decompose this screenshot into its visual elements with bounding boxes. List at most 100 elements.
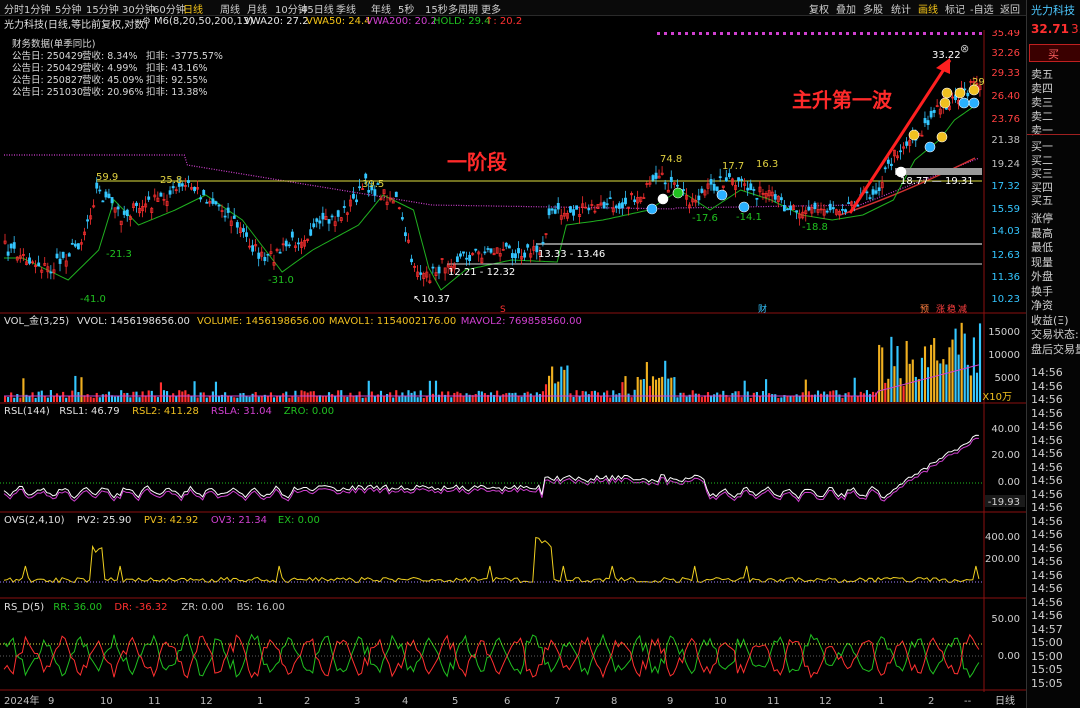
rsd-axis-label: 0.00 <box>998 651 1020 662</box>
signal-dot <box>972 32 975 35</box>
period-3[interactable]: 15分钟 <box>86 1 119 16</box>
tick-time: 14:56 <box>1031 609 1063 622</box>
tick-time: 14:56 <box>1031 433 1063 447</box>
tool-0[interactable]: 复权 <box>809 1 829 16</box>
tick-time: 14:56 <box>1031 420 1063 433</box>
signal-dot <box>692 32 695 35</box>
volume-bars <box>4 322 982 402</box>
signal-marker-icon[interactable] <box>716 189 728 201</box>
period-16[interactable]: 更多 <box>481 1 501 16</box>
period-6[interactable]: 日线 <box>183 1 203 16</box>
signal-dot <box>874 32 877 35</box>
arrow-value: ↑: 20.2 <box>485 16 523 27</box>
signal-marker-icon[interactable] <box>936 131 948 143</box>
stock-title: 光力科技(日线,等比前复权,对数) <box>4 20 149 31</box>
rsd-header: BS: 16.00 <box>237 602 285 613</box>
tool-6[interactable]: -自选 <box>970 1 994 16</box>
low-annotation: ↖10.37 <box>413 294 450 305</box>
signal-dot <box>769 32 772 35</box>
signal-dot <box>944 32 947 35</box>
tool-4[interactable]: 画线 <box>918 1 938 16</box>
marker-zhang: 涨 <box>936 304 945 315</box>
rsd-header: RR: 36.00 <box>53 602 102 613</box>
period-14[interactable]: 15秒 <box>425 1 448 16</box>
period-0[interactable]: 分时 <box>4 1 24 16</box>
tick-time: 14:57 <box>1031 622 1063 636</box>
tool-3[interactable]: 统计 <box>891 1 911 16</box>
period-10[interactable]: 45日线 <box>301 1 334 16</box>
x-axis-label: 5 <box>452 696 458 707</box>
signal-dot <box>846 32 849 35</box>
signal-marker-icon[interactable] <box>924 141 936 153</box>
signal-marker-icon[interactable] <box>672 187 684 199</box>
signal-marker-icon[interactable] <box>941 87 953 99</box>
price-axis-label: 10.23 <box>991 294 1020 305</box>
tick-time: 14:56 <box>1031 501 1063 514</box>
rsl-last-value: -19.93 <box>988 497 1020 508</box>
signal-dot <box>790 32 793 35</box>
tool-5[interactable]: 标记 <box>945 1 965 16</box>
vwa50-value: VWA50: 24.4 <box>306 16 371 27</box>
signal-marker-icon[interactable] <box>958 97 970 109</box>
period-15[interactable]: 多周期 <box>448 1 478 16</box>
vol-axis-label: 15000 <box>988 327 1020 338</box>
tool-7[interactable]: 返回 <box>1000 1 1020 16</box>
marker-s: S <box>500 305 506 315</box>
tool-2[interactable]: 多股 <box>863 1 883 16</box>
signal-marker-icon[interactable] <box>738 201 750 213</box>
price-axis-label: 23.76 <box>991 114 1020 125</box>
tool-1[interactable]: 叠加 <box>836 1 856 16</box>
rsd-header: ZR: 0.00 <box>181 602 223 613</box>
period-4[interactable]: 30分钟 <box>122 1 155 16</box>
tick-time: 14:56 <box>1031 582 1063 595</box>
period-11[interactable]: 季线 <box>336 1 356 16</box>
x-axis-label: 11 <box>767 696 780 707</box>
signal-dot <box>727 32 730 35</box>
period-8[interactable]: 月线 <box>247 1 267 16</box>
period-1[interactable]: 1分钟 <box>24 1 50 16</box>
period-7[interactable]: 周线 <box>220 1 240 16</box>
tick-time: 15:05 <box>1031 676 1063 690</box>
tick-time: 14:56 <box>1031 366 1063 379</box>
x-axis-label: 2024年 <box>4 694 39 707</box>
x-axis-label: 12 <box>819 696 832 707</box>
marker-jian: 减 <box>958 303 967 315</box>
signal-dot <box>783 32 786 35</box>
period-5[interactable]: 60分钟 <box>153 1 186 16</box>
value-annotation: 16.3 <box>756 159 778 170</box>
rsl1-line <box>3 434 979 500</box>
signal-marker-icon[interactable] <box>939 97 951 109</box>
signal-dot <box>741 32 744 35</box>
signal-dot <box>965 32 968 35</box>
signal-dot <box>951 32 954 35</box>
signal-marker-icon[interactable] <box>646 203 658 215</box>
buy-button[interactable]: 买 <box>1029 44 1080 62</box>
signal-marker-icon[interactable] <box>657 193 669 205</box>
signal-marker-icon[interactable] <box>954 87 966 99</box>
tick-time: 14:56 <box>1031 595 1063 609</box>
trend-arrow <box>848 59 952 214</box>
price-axis-label: 19.24 <box>991 159 1020 170</box>
signal-dot <box>657 32 660 35</box>
x-axis-label: 6 <box>504 696 510 707</box>
peak-annotation: 33.22 <box>932 50 961 61</box>
rsl-header: RSL(144) <box>4 406 50 417</box>
period-2[interactable]: 5分钟 <box>55 1 81 16</box>
tick-time: 14:56 <box>1031 447 1063 460</box>
vol-header: VOL_金(3,25) <box>4 314 69 327</box>
period-13[interactable]: 5秒 <box>398 1 414 16</box>
x-axis-label: 11 <box>148 696 161 707</box>
price-axis-label: 26.40 <box>991 91 1020 102</box>
signal-dot <box>804 32 807 35</box>
signal-marker-icon[interactable] <box>908 129 920 141</box>
signal-marker-icon[interactable] <box>968 97 980 109</box>
period-12[interactable]: 年线 <box>371 1 391 16</box>
phase2-label: 主升第一波 <box>792 88 892 112</box>
kline-chart[interactable]: 59.9 -21.3 25.8 -41.0 -31.0 39.5 74.8 17.7 16.3 -… <box>0 30 1026 708</box>
ovs-header: PV3: 42.92 <box>144 515 198 526</box>
tick-time: 14:56 <box>1031 555 1063 568</box>
tick-time: 15:00 <box>1031 649 1063 663</box>
signal-dot <box>895 32 898 35</box>
indicator-title-bar: 光力科技(日线,等比前复权,对数) ⚙ M6(8,20,50,200,13) V… <box>0 16 1020 31</box>
settings-gear-icon[interactable]: ⚙ <box>142 16 151 27</box>
